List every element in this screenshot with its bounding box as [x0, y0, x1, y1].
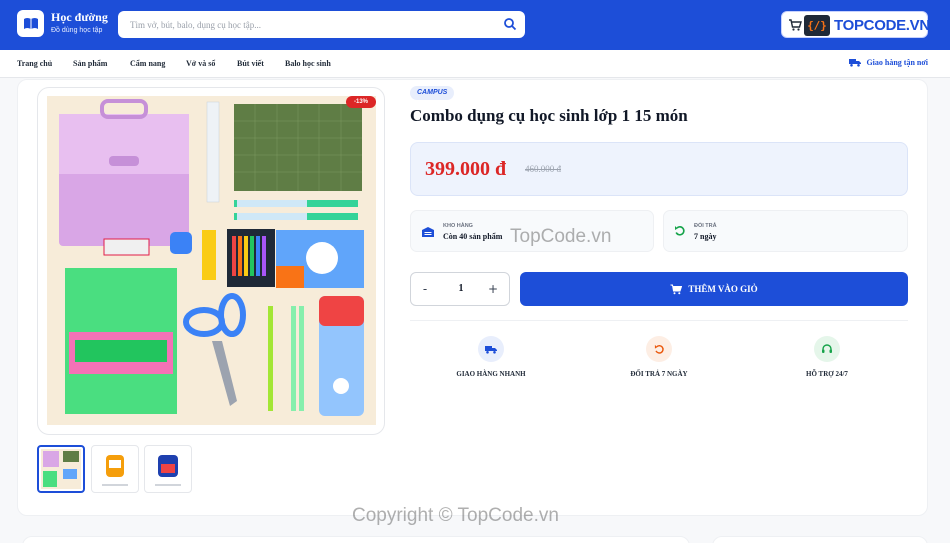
- qty-plus-button[interactable]: +: [485, 282, 501, 296]
- brand-title[interactable]: Học đường: [51, 10, 108, 25]
- bottom-card-right: [712, 536, 928, 543]
- nav-item-backpacks[interactable]: Balo học sinh: [285, 59, 331, 68]
- watermark-center: TopCode.vn: [510, 226, 612, 247]
- nav-item-products[interactable]: Sản phẩm: [73, 59, 107, 68]
- logo-text: TOPCODE.VN: [834, 17, 930, 34]
- nav-item-pens[interactable]: Bút viết: [237, 59, 264, 68]
- return-label: ĐỔI TRẢ: [694, 223, 717, 229]
- cart-icon: [670, 284, 683, 294]
- feature-return: ĐỔI TRẢ 7 NGÀY: [599, 336, 719, 378]
- main-nav: Trang chủ Sản phẩm Cẩm nang Vở và sổ Bút…: [0, 50, 950, 78]
- old-price: 460.000 đ: [525, 164, 561, 174]
- book-icon[interactable]: [17, 10, 44, 37]
- divider: [410, 320, 908, 321]
- search-icon[interactable]: [503, 17, 517, 31]
- return-icon: [675, 226, 685, 236]
- brand-subtitle: Đồ dùng học tập: [51, 27, 103, 34]
- warehouse-icon: [422, 227, 434, 237]
- add-to-cart-label: THÊM VÀO GIỎ: [688, 284, 758, 294]
- feature-label: HỖ TRỢ 24/7: [806, 370, 848, 378]
- cart-icon[interactable]: [788, 18, 802, 32]
- site-logo[interactable]: {/} TOPCODE.VN: [781, 11, 930, 38]
- feature-label: ĐỔI TRẢ 7 NGÀY: [630, 370, 688, 378]
- return-value: 7 ngày: [694, 232, 717, 241]
- thumbnail-3[interactable]: [144, 445, 192, 493]
- return-info: ĐỔI TRẢ 7 ngày: [663, 210, 908, 252]
- stock-value: Còn 40 sản phẩm: [443, 232, 503, 241]
- logo-mark: {/}: [804, 15, 830, 36]
- nav-item-guide[interactable]: Cẩm nang: [130, 59, 165, 68]
- nav-item-home[interactable]: Trang chủ: [17, 59, 52, 68]
- feature-label: GIAO HÀNG NHANH: [456, 370, 526, 378]
- shipping-label: Giao hàng tận nơi: [866, 58, 928, 67]
- product-title: Combo dụng cụ học sinh lớp 1 15 món: [410, 106, 688, 125]
- nav-item-notebooks[interactable]: Vở và sổ: [186, 59, 215, 68]
- discount-badge: -13%: [346, 96, 376, 108]
- return-icon: [646, 336, 672, 362]
- thumbnail-2[interactable]: [91, 445, 139, 493]
- truck-icon: [849, 59, 862, 67]
- thumbnail-1[interactable]: [37, 445, 85, 493]
- shipping-link[interactable]: Giao hàng tận nơi: [849, 58, 928, 67]
- add-to-cart-button[interactable]: THÊM VÀO GIỎ: [520, 272, 908, 306]
- stock-label: KHO HÀNG: [443, 223, 473, 229]
- feature-support: HỖ TRỢ 24/7: [767, 336, 887, 378]
- search-input[interactable]: [118, 11, 498, 38]
- qty-minus-button[interactable]: -: [417, 282, 433, 296]
- headset-icon: [814, 336, 840, 362]
- search-bar: [118, 11, 525, 38]
- truck-icon: [478, 336, 504, 362]
- watermark-copyright: Copyright © TopCode.vn: [352, 505, 559, 526]
- quantity-stepper: - 1 +: [410, 272, 510, 306]
- product-image[interactable]: [47, 96, 376, 425]
- top-header: Học đường Đồ dùng học tập {/} TOPCODE.VN: [0, 0, 950, 50]
- current-price: 399.000 đ: [425, 158, 507, 180]
- bottom-card-left: [22, 536, 690, 543]
- feature-fast-delivery: GIAO HÀNG NHANH: [431, 336, 551, 378]
- brand-tag[interactable]: CAMPUS: [410, 86, 455, 100]
- price-box: 399.000 đ 460.000 đ: [410, 142, 908, 196]
- qty-value[interactable]: 1: [453, 283, 469, 294]
